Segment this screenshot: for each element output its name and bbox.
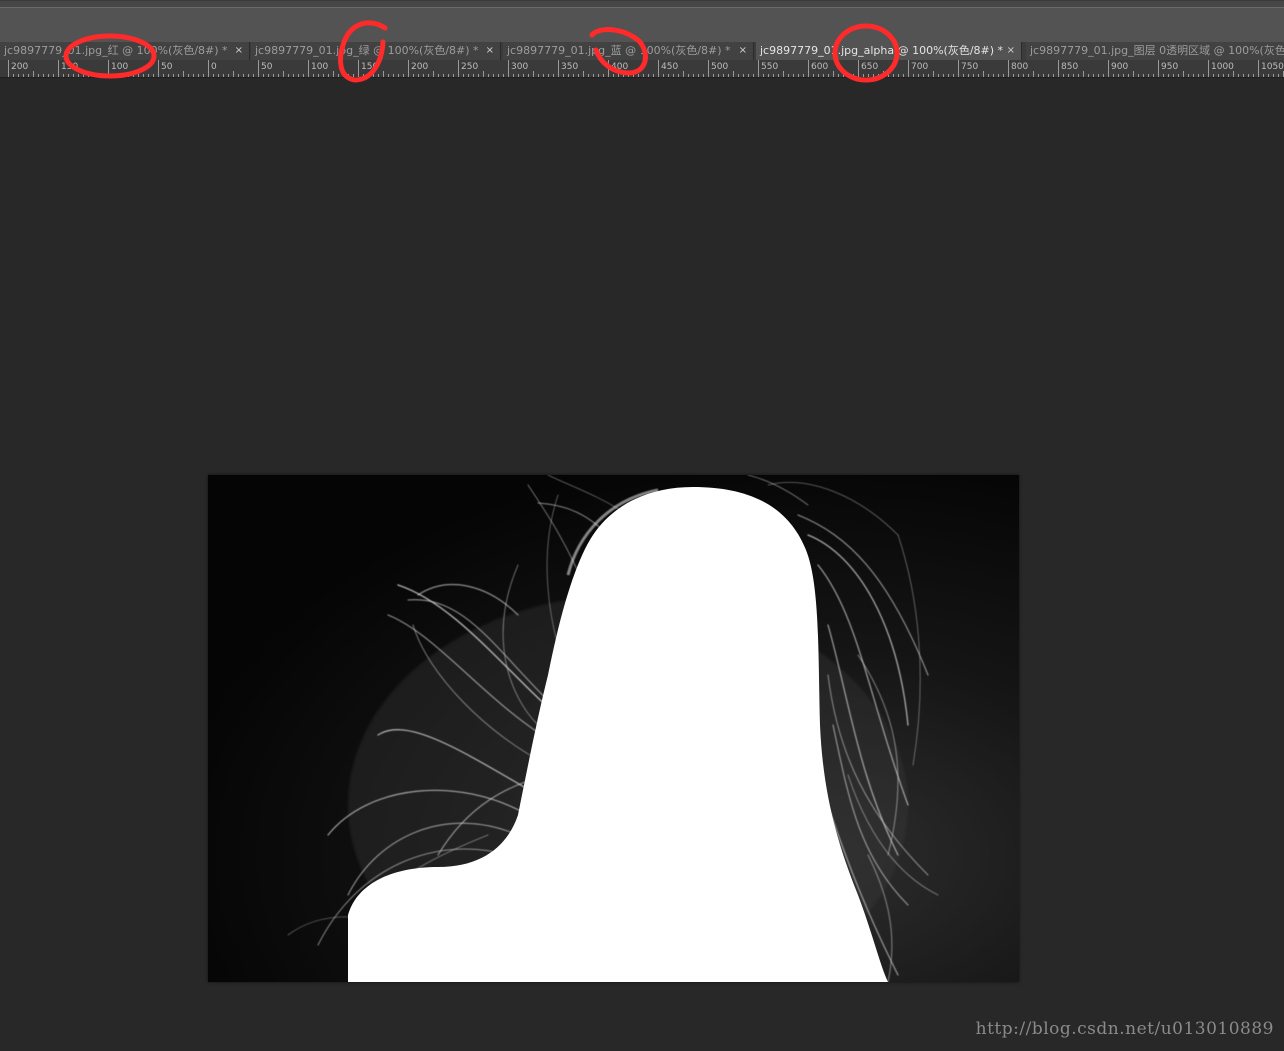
ruler-label: 400	[611, 62, 629, 72]
ruler-label: 500	[711, 62, 729, 72]
ruler-label: 50	[161, 62, 173, 72]
ruler-label: 750	[961, 62, 979, 72]
close-icon[interactable]: ×	[1007, 42, 1015, 60]
hair-mask-image	[208, 475, 1019, 982]
ruler-label: 0	[211, 62, 217, 72]
ruler-label: 250	[461, 62, 479, 72]
ruler-ticks	[8, 60, 1284, 77]
ruler-label: 800	[1011, 62, 1029, 72]
ruler-label: 200	[411, 62, 429, 72]
watermark: http://blog.csdn.net/u013010889	[975, 1019, 1274, 1039]
photoshop-window: jc9897779_01.jpg_红 @ 100%(灰色/8#) * × jc9…	[0, 0, 1284, 1051]
tab-alpha-channel[interactable]: jc9897779_01.jpg_alpha @ 100%(灰色/8#) * ×	[756, 42, 1022, 60]
tab-label: jc9897779_01.jpg_alpha @ 100%(灰色/8#) *	[760, 44, 1004, 57]
ruler-label: 100	[111, 62, 129, 72]
tab-layer-transparency[interactable]: jc9897779_01.jpg_图层 0透明区域 @ 100%(灰色/8#) …	[1026, 42, 1284, 60]
ruler-label: 950	[1161, 62, 1179, 72]
ruler-label: 650	[861, 62, 879, 72]
tab-label: jc9897779_01.jpg_红 @ 100%(灰色/8#) *	[4, 44, 228, 57]
ruler-label: 850	[1061, 62, 1079, 72]
alpha-channel-image[interactable]	[208, 475, 1019, 982]
tab-green-channel[interactable]: jc9897779_01.jpg_绿 @ 100%(灰色/8#) * ×	[251, 42, 501, 60]
ruler-label: 550	[761, 62, 779, 72]
ruler-label: 450	[661, 62, 679, 72]
ruler-label: 1050	[1261, 62, 1284, 72]
tab-blue-channel[interactable]: jc9897779_01.jpg_蓝 @ 100%(灰色/8#) * ×	[503, 42, 754, 60]
ruler-label: 700	[911, 62, 929, 72]
tab-red-channel[interactable]: jc9897779_01.jpg_红 @ 100%(灰色/8#) * ×	[0, 42, 250, 60]
ruler-label: 300	[511, 62, 529, 72]
ruler-label: 600	[811, 62, 829, 72]
ruler-label: 150	[61, 62, 79, 72]
tab-label: jc9897779_01.jpg_蓝 @ 100%(灰色/8#) *	[507, 44, 731, 57]
ruler-label: 1000	[1211, 62, 1234, 72]
tab-label: jc9897779_01.jpg_绿 @ 100%(灰色/8#) *	[255, 44, 479, 57]
ruler-label: 900	[1111, 62, 1129, 72]
ruler-label: 100	[311, 62, 329, 72]
horizontal-ruler[interactable]: 200 150 100 50 0 50 100 150 200 250 300 …	[0, 60, 1284, 78]
ruler-label: 350	[561, 62, 579, 72]
document-tab-bar: jc9897779_01.jpg_红 @ 100%(灰色/8#) * × jc9…	[0, 42, 1284, 60]
menu-strip	[0, 1, 1284, 8]
close-icon[interactable]: ×	[235, 42, 243, 60]
ruler-label: 50	[261, 62, 273, 72]
close-icon[interactable]: ×	[486, 42, 494, 60]
close-icon[interactable]: ×	[739, 42, 747, 60]
options-bar	[0, 0, 1284, 42]
ruler-label: 200	[11, 62, 29, 72]
ruler-label: 150	[361, 62, 379, 72]
tab-label: jc9897779_01.jpg_图层 0透明区域 @ 100%(灰色/8#) …	[1030, 44, 1284, 57]
